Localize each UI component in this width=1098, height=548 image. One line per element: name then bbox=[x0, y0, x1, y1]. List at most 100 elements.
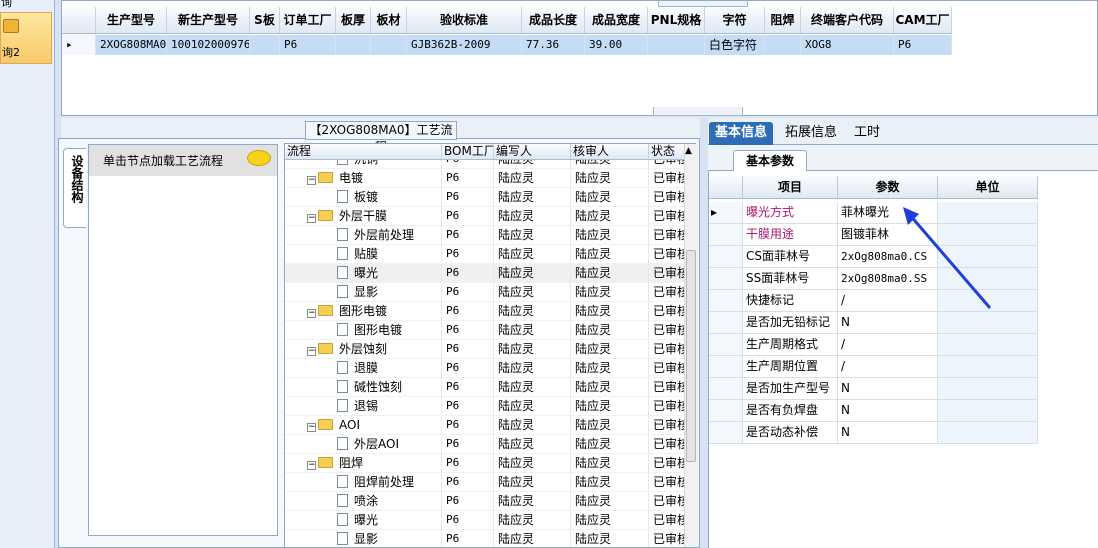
tree-node[interactable]: 曝光 bbox=[285, 511, 442, 529]
tree-node[interactable]: − 图形电镀 bbox=[285, 302, 442, 320]
tree-node[interactable]: 曝光 bbox=[285, 264, 442, 282]
tree-row[interactable]: 图形电镀P6陆应灵陆应灵已审核 bbox=[285, 321, 685, 340]
tree-row[interactable]: 退锡P6陆应灵陆应灵已审核 bbox=[285, 397, 685, 416]
cell-param[interactable]: N bbox=[838, 312, 938, 334]
tree-node[interactable]: − 外层干膜 bbox=[285, 207, 442, 225]
cell-customer-code[interactable]: XOG8 bbox=[801, 35, 894, 55]
param-row[interactable]: 是否有负焊盘 N bbox=[709, 400, 1038, 422]
cell-order-factory[interactable]: P6 bbox=[280, 35, 336, 55]
column-header-silkscreen[interactable]: 字符 bbox=[705, 7, 765, 33]
column-header-s-board[interactable]: S板 bbox=[250, 7, 280, 33]
cell-solder-mask[interactable] bbox=[765, 35, 801, 55]
column-header-standard[interactable]: 验收标准 bbox=[407, 7, 522, 33]
tree-node[interactable]: 阻焊前处理 bbox=[285, 473, 442, 491]
column-header-model[interactable]: 生产型号 bbox=[96, 7, 167, 33]
column-header-cam-factory[interactable]: CAM工厂 bbox=[894, 7, 952, 33]
collapse-icon[interactable]: − bbox=[307, 176, 316, 185]
tab-extended-info[interactable]: 拓展信息 bbox=[779, 122, 843, 145]
column-header-customer-code[interactable]: 终端客户代码 bbox=[801, 7, 894, 33]
collapse-icon[interactable]: − bbox=[307, 214, 316, 223]
tree-node[interactable]: 退膜 bbox=[285, 359, 442, 377]
tree-node[interactable]: 板镀 bbox=[285, 188, 442, 206]
column-header-order-factory[interactable]: 订单工厂 bbox=[280, 7, 336, 33]
tree-row[interactable]: 喷涂P6陆应灵陆应灵已审核 bbox=[285, 492, 685, 511]
table-row[interactable]: ▸2XOG808MA010010200097620 P6 GJB362B-20097… bbox=[62, 35, 952, 55]
tree-node[interactable]: 图形电镀 bbox=[285, 321, 442, 339]
tree-node[interactable]: − 阻焊 bbox=[285, 454, 442, 472]
cell-param[interactable]: / bbox=[838, 334, 938, 356]
collapse-icon[interactable]: − bbox=[307, 461, 316, 470]
tree-node[interactable]: − 外层蚀刻 bbox=[285, 340, 442, 358]
column-header-solder-mask[interactable]: 阻焊 bbox=[765, 7, 801, 33]
cell-length[interactable]: 77.36 bbox=[522, 35, 585, 55]
column-header-material[interactable]: 板材 bbox=[371, 7, 407, 33]
cell-pnl-spec[interactable] bbox=[648, 35, 705, 55]
column-header-width[interactable]: 成品宽度 bbox=[585, 7, 648, 33]
cell-cam-factory[interactable]: P6 bbox=[894, 35, 952, 55]
param-row[interactable]: 是否动态补偿 N bbox=[709, 422, 1038, 444]
cell-standard[interactable]: GJB362B-2009 bbox=[407, 35, 522, 55]
collapse-icon[interactable]: − bbox=[307, 347, 316, 356]
cell-unit[interactable] bbox=[938, 312, 1038, 334]
collapse-icon[interactable]: − bbox=[307, 423, 316, 432]
tree-row[interactable]: 外层前处理P6陆应灵陆应灵已审核 bbox=[285, 226, 685, 245]
tree-node[interactable]: 显影 bbox=[285, 530, 442, 547]
tab-basic-info[interactable]: 基本信息 bbox=[709, 122, 774, 145]
cell-param[interactable]: N bbox=[838, 378, 938, 400]
cell-width[interactable]: 39.00 bbox=[585, 35, 648, 55]
column-header-status[interactable]: 状态 bbox=[649, 144, 685, 159]
tree-node[interactable]: 碱性蚀刻 bbox=[285, 378, 442, 396]
cell-unit[interactable] bbox=[938, 334, 1038, 356]
vertical-splitter[interactable] bbox=[700, 118, 708, 548]
column-header-bom-factory[interactable]: BOM工厂 bbox=[442, 144, 494, 159]
scroll-up-icon[interactable]: ▲ bbox=[685, 146, 692, 156]
tab-basic-params[interactable]: 基本参数 bbox=[733, 150, 807, 171]
tree-row[interactable]: 碱性蚀刻P6陆应灵陆应灵已审核 bbox=[285, 378, 685, 397]
tree-row[interactable]: −阻焊P6陆应灵陆应灵已审核 bbox=[285, 454, 685, 473]
column-header-flow[interactable]: 流程 bbox=[285, 144, 442, 159]
tree-row[interactable]: −AOIP6陆应灵陆应灵已审核 bbox=[285, 416, 685, 435]
column-header-reviewer[interactable]: 核审人 bbox=[571, 144, 649, 159]
cell-unit[interactable] bbox=[938, 356, 1038, 378]
param-row[interactable]: 是否加无铅标记 N bbox=[709, 312, 1038, 334]
cell-unit[interactable] bbox=[938, 400, 1038, 422]
tree-row[interactable]: 阻焊前处理P6陆应灵陆应灵已审核 bbox=[285, 473, 685, 492]
param-row[interactable]: 生产周期位置 / bbox=[709, 356, 1038, 378]
scrollbar-thumb[interactable] bbox=[686, 250, 696, 462]
tree-row[interactable]: −电镀P6陆应灵陆应灵已审核 bbox=[285, 169, 685, 188]
sidebar-item-active[interactable]: 询2 bbox=[0, 12, 52, 64]
column-header-new-model[interactable]: 新生产型号 bbox=[167, 7, 250, 33]
tree-row[interactable]: 贴膜P6陆应灵陆应灵已审核 bbox=[285, 245, 685, 264]
tree-row[interactable]: 曝光P6陆应灵陆应灵已审核 bbox=[285, 511, 685, 530]
sidebar-top-label[interactable]: 询 bbox=[1, 0, 12, 10]
cell-param[interactable]: N bbox=[838, 422, 938, 444]
tree-row[interactable]: −外层蚀刻P6陆应灵陆应灵已审核 bbox=[285, 340, 685, 359]
column-header-length[interactable]: 成品长度 bbox=[522, 7, 585, 33]
tree-row[interactable]: 显影P6陆应灵陆应灵已审核 bbox=[285, 530, 685, 547]
tree-row[interactable]: 板镀P6陆应灵陆应灵已审核 bbox=[285, 188, 685, 207]
tree-row[interactable]: 曝光P6陆应灵陆应灵已审核 bbox=[285, 264, 685, 283]
cell-param[interactable]: N bbox=[838, 400, 938, 422]
tree-node[interactable]: 显影 bbox=[285, 283, 442, 301]
cell-param[interactable]: / bbox=[838, 356, 938, 378]
param-row[interactable]: 生产周期格式 / bbox=[709, 334, 1038, 356]
param-row[interactable]: 是否加生产型号 N bbox=[709, 378, 1038, 400]
cell-material[interactable] bbox=[371, 35, 407, 55]
tab-device-structure[interactable]: 设备结构 bbox=[63, 148, 86, 228]
cell-s-board[interactable] bbox=[250, 35, 280, 55]
column-header-pnl-spec[interactable]: PNL规格 bbox=[648, 7, 705, 33]
cell-unit[interactable] bbox=[938, 422, 1038, 444]
tree-row[interactable]: 退膜P6陆应灵陆应灵已审核 bbox=[285, 359, 685, 378]
collapse-icon[interactable]: − bbox=[307, 309, 316, 318]
cell-unit[interactable] bbox=[938, 378, 1038, 400]
tree-node[interactable]: 外层AOI bbox=[285, 435, 442, 453]
cell-model[interactable]: 2XOG808MA0 bbox=[96, 35, 167, 55]
tree-node[interactable]: 退锡 bbox=[285, 397, 442, 415]
tree-node[interactable]: 外层前处理 bbox=[285, 226, 442, 244]
tree-row[interactable]: 外层AOIP6陆应灵陆应灵已审核 bbox=[285, 435, 685, 454]
tree-row[interactable]: −图形电镀P6陆应灵陆应灵已审核 bbox=[285, 302, 685, 321]
tab-work-hours[interactable]: 工时 bbox=[848, 122, 886, 145]
tree-node[interactable]: 喷涂 bbox=[285, 492, 442, 510]
tree-node[interactable]: − 电镀 bbox=[285, 169, 442, 187]
tree-row[interactable]: −外层干膜P6陆应灵陆应灵已审核 bbox=[285, 207, 685, 226]
